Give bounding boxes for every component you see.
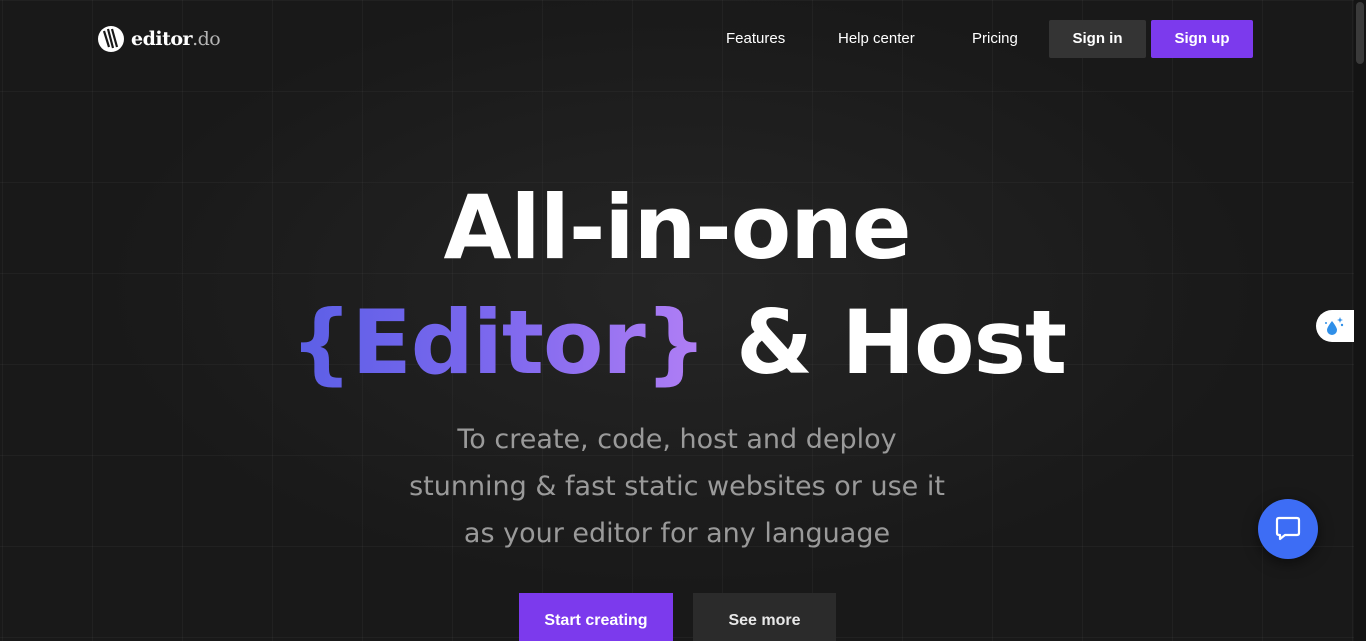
nav-features-link[interactable]: Features <box>726 20 785 58</box>
nav-help-center-link[interactable]: Help center <box>838 20 915 58</box>
sign-up-button[interactable]: Sign up <box>1151 20 1253 58</box>
site-header: editor.do Features Help center Pricing S… <box>0 0 1354 80</box>
chat-bubble-icon <box>1275 516 1301 541</box>
sign-in-button[interactable]: Sign in <box>1049 20 1146 58</box>
droplet-sparkle-icon <box>1325 317 1344 335</box>
nav-pricing-link[interactable]: Pricing <box>972 20 1018 58</box>
hero-subtitle-line: as your editor for any language <box>463 518 891 549</box>
chat-launcher-button[interactable] <box>1258 499 1318 559</box>
hero-subtitle-line: stunning & fast static websites or use i… <box>409 471 945 502</box>
main-nav: Features Help center Pricing Sign in Sig… <box>0 20 1354 58</box>
landing-page: editor.do Features Help center Pricing S… <box>0 0 1366 641</box>
hero-editor-highlight: {Editor} <box>289 291 707 394</box>
hero-title-line1: All-in-one <box>443 176 911 279</box>
hero-title-line2: {Editor} & Host <box>0 290 1356 396</box>
scrollbar-thumb[interactable] <box>1356 2 1364 64</box>
hero-subtitle-line: To create, code, host and deploy <box>457 424 897 455</box>
start-creating-button[interactable]: Start creating <box>519 593 673 641</box>
hero-subtitle: To create, code, host and deploy stunnin… <box>0 416 1354 557</box>
page-scrollbar[interactable] <box>1354 0 1366 641</box>
see-more-button[interactable]: See more <box>693 593 836 641</box>
hero-title-host: & Host <box>706 291 1067 394</box>
side-widget-tab[interactable] <box>1316 310 1354 342</box>
